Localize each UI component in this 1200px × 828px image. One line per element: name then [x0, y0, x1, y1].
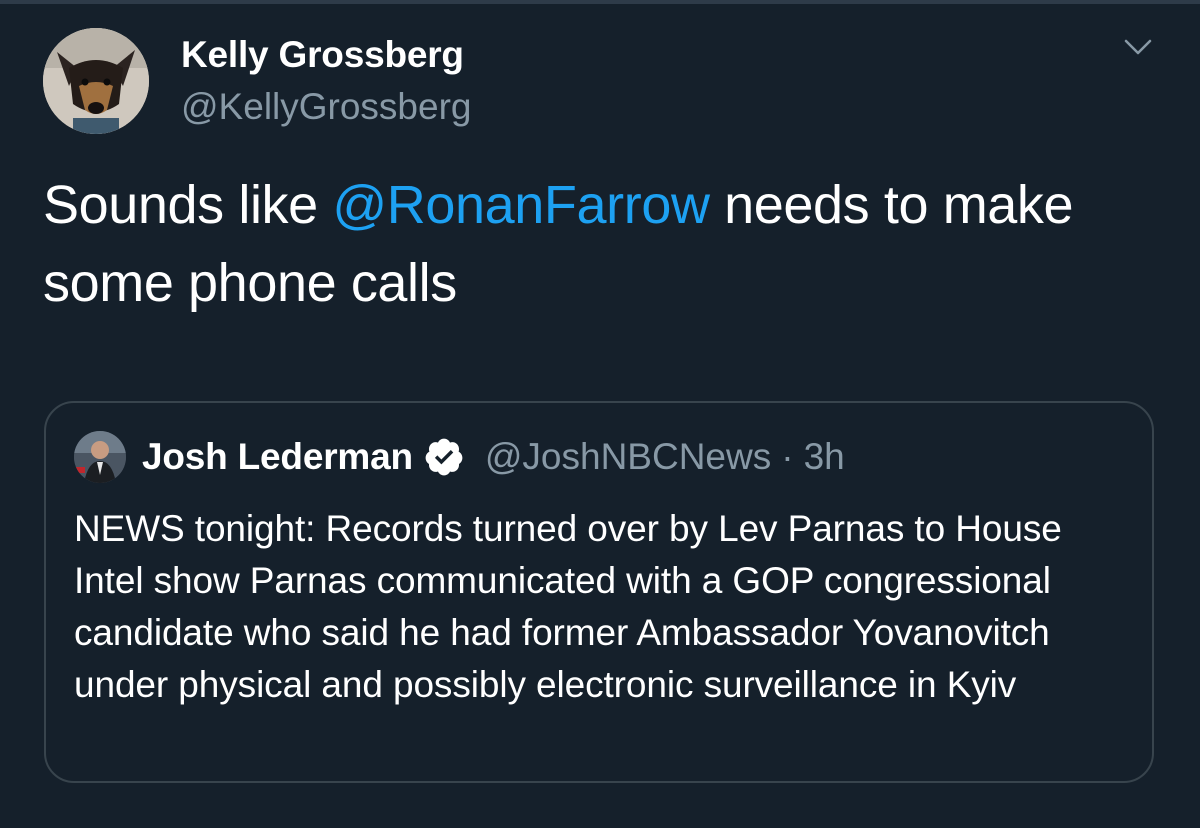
author-avatar[interactable]: [43, 28, 149, 134]
author-handle[interactable]: @KellyGrossberg: [181, 86, 472, 128]
quoted-author-avatar[interactable]: [74, 431, 126, 483]
meta-separator: ·: [781, 436, 794, 477]
quoted-author-name[interactable]: Josh Lederman: [142, 436, 413, 478]
tweet-text: Sounds like @RonanFarrow needs to make s…: [43, 166, 1153, 322]
verified-badge-icon: [423, 436, 465, 478]
tweet[interactable]: Kelly Grossberg @KellyGrossberg Sounds l…: [0, 0, 1200, 828]
quoted-author-handle[interactable]: @JoshNBCNews: [485, 436, 771, 478]
tweet-text-before: Sounds like: [43, 175, 333, 235]
quoted-timestamp[interactable]: 3h: [804, 436, 845, 478]
quoted-tweet-card[interactable]: Josh Lederman @JoshNBCNews · 3h NEWS ton…: [44, 401, 1154, 783]
author-display-name[interactable]: Kelly Grossberg: [181, 34, 464, 76]
quoted-tweet-text: NEWS tonight: Records turned over by Lev…: [74, 508, 1062, 705]
quoted-header: Josh Lederman @JoshNBCNews · 3h: [142, 433, 845, 481]
mention-link[interactable]: @RonanFarrow: [332, 175, 710, 235]
chevron-down-icon[interactable]: [1120, 32, 1156, 62]
